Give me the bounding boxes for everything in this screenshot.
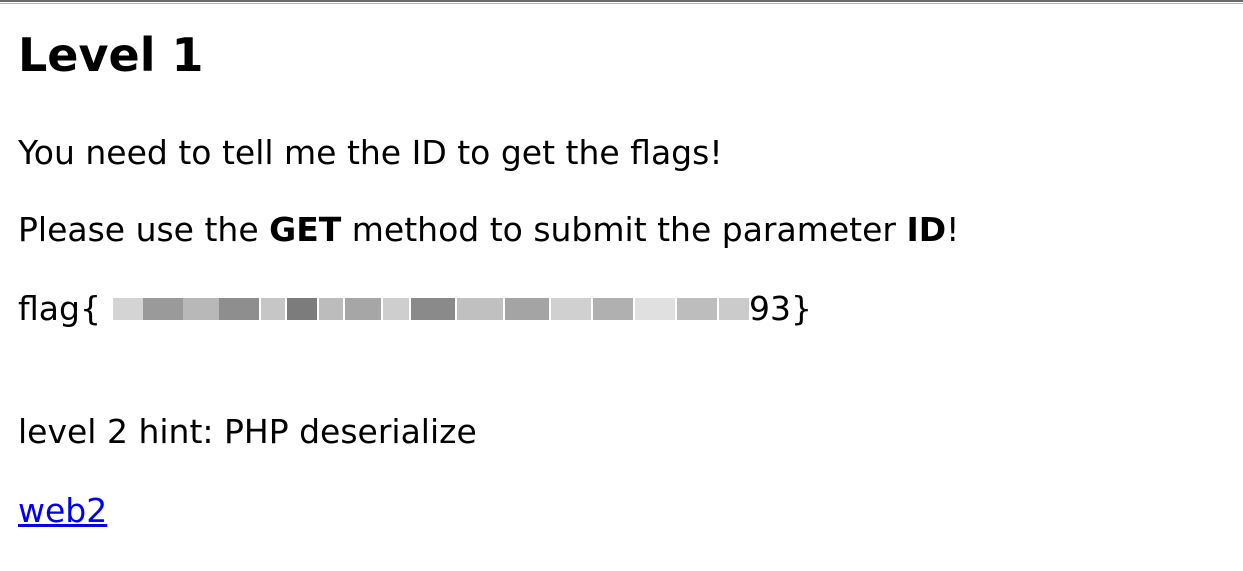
instruction-method: GET [269,210,342,249]
window-top-border [0,0,1243,2]
instruction-suffix: ! [946,210,960,249]
web2-link[interactable]: web2 [18,491,107,530]
instruction-middle: method to submit the parameter [341,210,907,249]
hint-text: level 2 hint: PHP deserialize [18,412,477,451]
flag-suffix: 93} [748,289,812,328]
window-top-border-highlight [0,3,1243,4]
instruction-prefix: Please use the [18,210,270,249]
flag-prefix: flag{ [18,289,101,328]
intro-text: You need to tell me the ID to get the fl… [18,133,723,172]
instruction-param: ID [906,210,947,249]
link-container: web2 [18,490,107,532]
page-title: Level 1 [18,28,204,82]
flag-redacted-pixelation [101,290,749,326]
instruction-text: Please use the GET method to submit the … [18,209,959,251]
flag-text[interactable]: flag{ 93} [18,288,812,330]
